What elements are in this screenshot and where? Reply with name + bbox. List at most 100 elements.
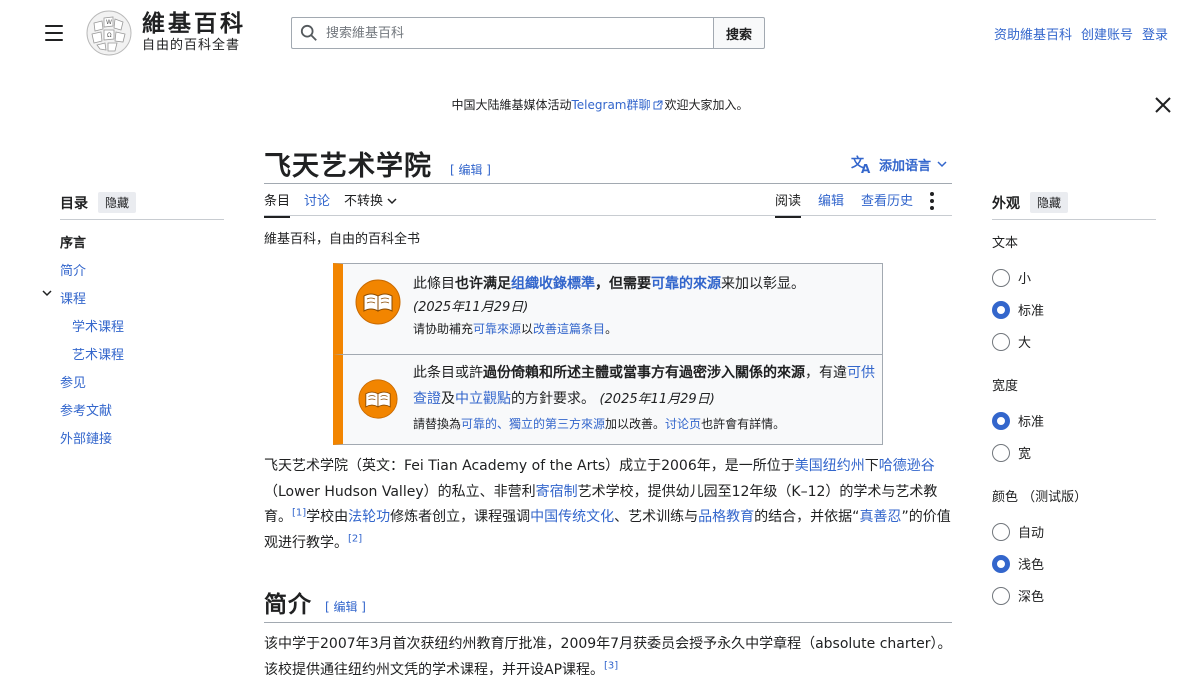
site-subtitle: 維基百科，自由的百科全书 <box>264 232 421 247</box>
tab-read[interactable]: 阅读 <box>775 190 802 218</box>
toc-title: 目录 <box>60 195 88 212</box>
radio-width-standard[interactable]: 标准 <box>992 411 1044 430</box>
notice-text: 加以改善。 <box>605 416 666 431</box>
radio-button[interactable] <box>992 586 1010 605</box>
title-divider <box>264 183 952 184</box>
tab-edit[interactable]: 编辑 <box>818 190 844 216</box>
variant-dropdown[interactable]: 不转换 <box>344 190 397 218</box>
radio-text-small[interactable]: 小 <box>992 268 1031 287</box>
link-falun-gong[interactable]: 法轮功 <box>348 509 390 525</box>
radio-button[interactable] <box>992 268 1010 287</box>
login-link[interactable]: 登录 <box>1142 24 1168 43</box>
toc-item-overview[interactable]: 简介 <box>60 260 86 279</box>
notice-text-before: 中国大陆維基媒体活动 <box>451 98 572 112</box>
toc-item-references[interactable]: 参考文献 <box>60 400 112 419</box>
radio-label: 小 <box>1018 272 1032 287</box>
radio-label: 浅色 <box>1018 558 1045 573</box>
intro-paragraph: 飞天艺术学院（英文：Fei Tian Academy of the Arts）成… <box>264 454 952 556</box>
tab-history[interactable]: 查看历史 <box>861 190 913 216</box>
notice-date: (2025年11月29日) <box>599 391 715 407</box>
radio-button[interactable] <box>992 332 1010 351</box>
reference-link[interactable]: [1] <box>292 507 306 518</box>
create-account-link[interactable]: 创建账号 <box>1081 24 1133 43</box>
radio-button[interactable] <box>992 554 1010 573</box>
radio-button[interactable] <box>992 300 1010 319</box>
chevron-down-icon <box>387 198 397 205</box>
radio-label: 大 <box>1018 336 1032 351</box>
link-new-york[interactable]: 美国纽约州 <box>795 458 865 474</box>
site-header: W Ω 維基百科 自由的百科全書 搜索 资助維基百科 创建账号 登录 <box>0 0 1200 66</box>
search-input[interactable] <box>326 25 713 41</box>
neutral-pov-link[interactable]: 中立觀點 <box>455 391 511 407</box>
variant-label: 不转换 <box>344 194 384 209</box>
close-icon[interactable] <box>1153 95 1173 115</box>
notability-guideline-link[interactable]: 组織收錄標準 <box>511 276 595 292</box>
view-tabs: 阅读 编辑 查看历史 <box>775 190 936 218</box>
radio-color-auto[interactable]: 自动 <box>992 522 1044 541</box>
notice-text: 請替換為 <box>413 416 462 431</box>
toc-header: 目录 隐藏 <box>60 192 137 213</box>
reference-link[interactable]: [2] <box>348 533 362 544</box>
improve-article-link[interactable]: 改善這篇条目 <box>533 322 605 336</box>
toc-item-intro[interactable]: 序言 <box>60 232 86 251</box>
reliable-sources-link[interactable]: 可靠的來源 <box>651 276 721 292</box>
body-text: 修炼者创立，课程强调 <box>390 509 531 525</box>
link-character-education[interactable]: 品格教育 <box>698 509 754 525</box>
notability-notice-text: 此條目也许满足组織收錄標準，但需要可靠的來源来加以彰显。 (2025年11月29… <box>413 264 805 340</box>
reference-link[interactable]: [3] <box>604 660 618 671</box>
radio-color-light[interactable]: 浅色 <box>992 554 1044 573</box>
chevron-down-icon <box>937 161 947 168</box>
notice-text: 及 <box>441 390 455 407</box>
wordmark[interactable]: 維基百科 自由的百科全書 <box>142 10 246 54</box>
title-edit-link[interactable]: [ 编辑 ] <box>450 161 491 178</box>
tabs-divider <box>264 215 952 216</box>
link-hudson-valley[interactable]: 哈德逊谷 <box>879 458 935 474</box>
link-boarding[interactable]: 寄宿制 <box>536 484 578 500</box>
notice-bold: 過份倚賴和所述主體或當事方有過密涉入關係的來源 <box>483 365 805 381</box>
notice-telegram-link[interactable]: Telegram群聊 <box>572 98 651 112</box>
toc-item-curriculum[interactable]: 课程 <box>60 288 86 307</box>
section-edit-link[interactable]: [ 编辑 ] <box>325 598 366 615</box>
radio-label: 标准 <box>1018 304 1045 319</box>
body-text: 的结合，并依据“ <box>754 509 860 525</box>
notice-text: 。 <box>605 322 618 337</box>
wordmark-tagline: 自由的百科全書 <box>142 38 241 53</box>
wikipedia-logo[interactable]: W Ω <box>84 9 134 57</box>
radio-button[interactable] <box>992 443 1010 462</box>
radio-text-large[interactable]: 大 <box>992 332 1031 351</box>
reliable-sources-link[interactable]: 可靠來源 <box>473 322 521 336</box>
section-paragraph: 该中学于2007年3月首次获纽约州教育厅批准，2009年7月获委员会授予永久中学… <box>264 632 952 675</box>
toc-hide-button[interactable]: 隐藏 <box>98 192 137 213</box>
radio-color-dark[interactable]: 深色 <box>992 586 1044 605</box>
radio-width-wide[interactable]: 宽 <box>992 443 1031 462</box>
more-vertical-icon[interactable] <box>930 190 936 210</box>
radio-button[interactable] <box>992 522 1010 541</box>
notice-text: 此條目 <box>413 276 455 292</box>
appearance-header: 外观 隐藏 <box>992 192 1069 213</box>
toc-item-external-links[interactable]: 外部鏈接 <box>60 428 112 447</box>
tab-article[interactable]: 条目 <box>264 190 291 218</box>
third-party-sources-link[interactable]: 可靠的、獨立的第三方來源 <box>461 417 605 431</box>
chevron-down-icon[interactable] <box>42 288 52 298</box>
tab-talk[interactable]: 讨论 <box>304 190 330 218</box>
add-languages-label: 添加语言 <box>879 158 932 174</box>
toc-item-academic[interactable]: 学术课程 <box>72 316 124 335</box>
talk-page-link[interactable]: 讨论页 <box>665 417 701 431</box>
notice-text: 也許會有詳情。 <box>701 416 786 431</box>
section-heading: 简介 <box>264 591 312 618</box>
hamburger-icon[interactable] <box>40 22 68 44</box>
toc-item-arts[interactable]: 艺术课程 <box>72 344 124 363</box>
search-button[interactable]: 搜索 <box>713 17 765 49</box>
search-box[interactable] <box>291 17 713 49</box>
radio-button[interactable] <box>992 411 1010 430</box>
radio-text-standard[interactable]: 标准 <box>992 300 1044 319</box>
toc-item-see-also[interactable]: 参见 <box>60 372 86 391</box>
body-text: 、艺术训练与 <box>614 509 699 525</box>
width-label: 宽度 <box>992 379 1019 394</box>
link-zhen-shan-ren[interactable]: 真善忍 <box>859 509 901 525</box>
donate-link[interactable]: 资助維基百科 <box>994 24 1072 43</box>
body-text: 飞天艺术学院（英文：Fei Tian Academy of the Arts）成… <box>264 458 795 474</box>
link-chinese-culture[interactable]: 中国传统文化 <box>530 509 614 525</box>
add-languages-button[interactable]: 文A 添加语言 <box>851 154 947 174</box>
appearance-hide-button[interactable]: 隐藏 <box>1030 192 1069 213</box>
